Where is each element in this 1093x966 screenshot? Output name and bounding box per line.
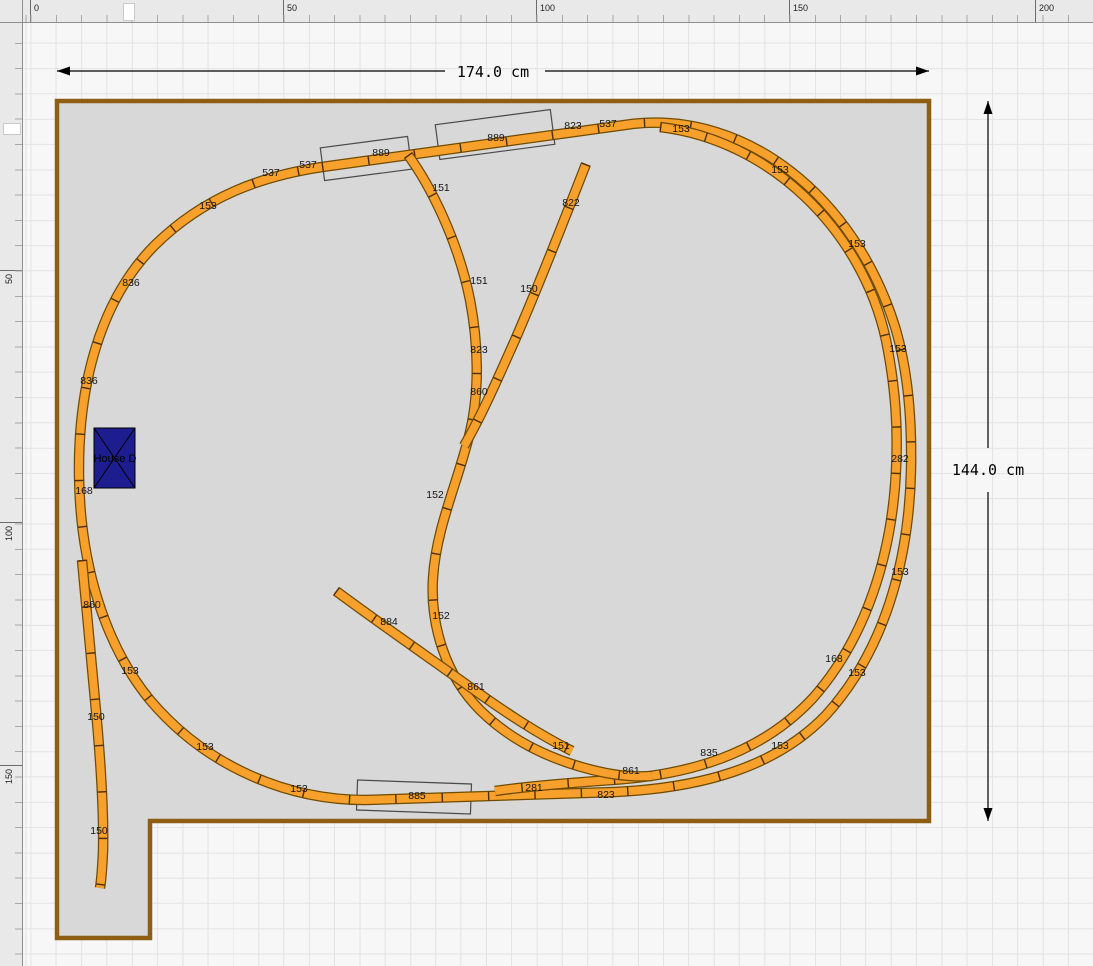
track-part-label: 153 (848, 667, 866, 679)
track-part-label: 150 (87, 711, 105, 723)
track-part-label: 861 (622, 765, 640, 777)
track-part-label: 152 (426, 489, 444, 501)
ruler-horizontal: 0 50 100 150 200 (0, 0, 1093, 23)
track-part-label: 168 (825, 653, 843, 665)
ruler-tick-label: 50 (0, 270, 22, 271)
track-part-label: 151 (432, 182, 450, 194)
track-part-label: 153 (771, 164, 789, 176)
track-part-label: 153 (290, 783, 308, 795)
track-part-label: 836 (122, 277, 140, 289)
ruler-vertical: 50 100 150 (0, 0, 23, 966)
track-part-label: 889 (372, 147, 390, 159)
track-part-label: 153 (121, 665, 139, 677)
track-part-label: 860 (83, 599, 101, 611)
track-part-label: 823 (597, 789, 615, 801)
arrow-down-icon (984, 808, 993, 821)
track-part-label: 885 (408, 790, 426, 802)
dimension-width: 174.0 cm (57, 63, 929, 81)
house-d[interactable]: House D (94, 428, 137, 488)
ruler-tick-label: 200 (1035, 0, 1036, 22)
baseboard[interactable] (57, 101, 929, 938)
track-part-label: 153 (672, 123, 690, 135)
cursor-position-marker-vertical (3, 123, 21, 135)
track-part-label: 153 (848, 238, 866, 250)
track-part-label: 151 (470, 275, 488, 287)
track-part-label: 823 (564, 120, 582, 132)
track-part-label: 537 (262, 167, 280, 179)
ruler-tick-label: 150 (0, 765, 22, 766)
track-part-label: 153 (196, 741, 214, 753)
track-part-label: 823 (470, 344, 488, 356)
track-part-label: 822 (562, 197, 580, 209)
track-part-label: 153 (771, 740, 789, 752)
plan-canvas[interactable]: House D 174.0 cm 144.0 cm 537 537 889 889 82… (0, 0, 1093, 966)
track-part-label: 861 (467, 681, 485, 693)
ruler-tick-label: 100 (536, 0, 537, 22)
height-dimension-label: 144.0 cm (952, 461, 1024, 479)
track-part-label: 153 (199, 200, 217, 212)
track-part-label: 150 (520, 283, 538, 295)
ruler-tick-label: 0 (30, 0, 31, 22)
track-part-label: 281 (525, 782, 543, 794)
track-part-label: 884 (380, 616, 398, 628)
track-part-label: 889 (487, 132, 505, 144)
ruler-tick-label: 100 (0, 522, 22, 523)
ruler-corner (0, 0, 23, 23)
house-label: House D (94, 453, 137, 465)
arrow-right-icon (916, 67, 929, 76)
arrow-up-icon (984, 101, 993, 114)
track-part-label: 152 (432, 610, 450, 622)
track-part-label: 835 (700, 747, 718, 759)
track-part-label: 836 (80, 375, 98, 387)
track-part-label: 151 (552, 740, 570, 752)
ruler-tick-label: 50 (283, 0, 284, 22)
track-part-label: 537 (299, 159, 317, 171)
cursor-position-marker-horizontal (123, 3, 135, 21)
track-part-label: 153 (889, 343, 907, 355)
track-part-label: 537 (599, 118, 617, 130)
track-part-label: 282 (891, 453, 909, 465)
track-part-label: 860 (470, 386, 488, 398)
ruler-tick-label: 150 (789, 0, 790, 22)
track-part-label: 153 (891, 566, 909, 578)
dimension-height: 144.0 cm (952, 101, 1024, 821)
width-dimension-label: 174.0 cm (457, 63, 529, 81)
track-part-label: 168 (75, 485, 93, 497)
layout-drawing: House D 174.0 cm 144.0 cm 537 537 889 889 82… (0, 0, 1093, 966)
track-part-label: 150 (90, 825, 108, 837)
arrow-left-icon (57, 67, 70, 76)
